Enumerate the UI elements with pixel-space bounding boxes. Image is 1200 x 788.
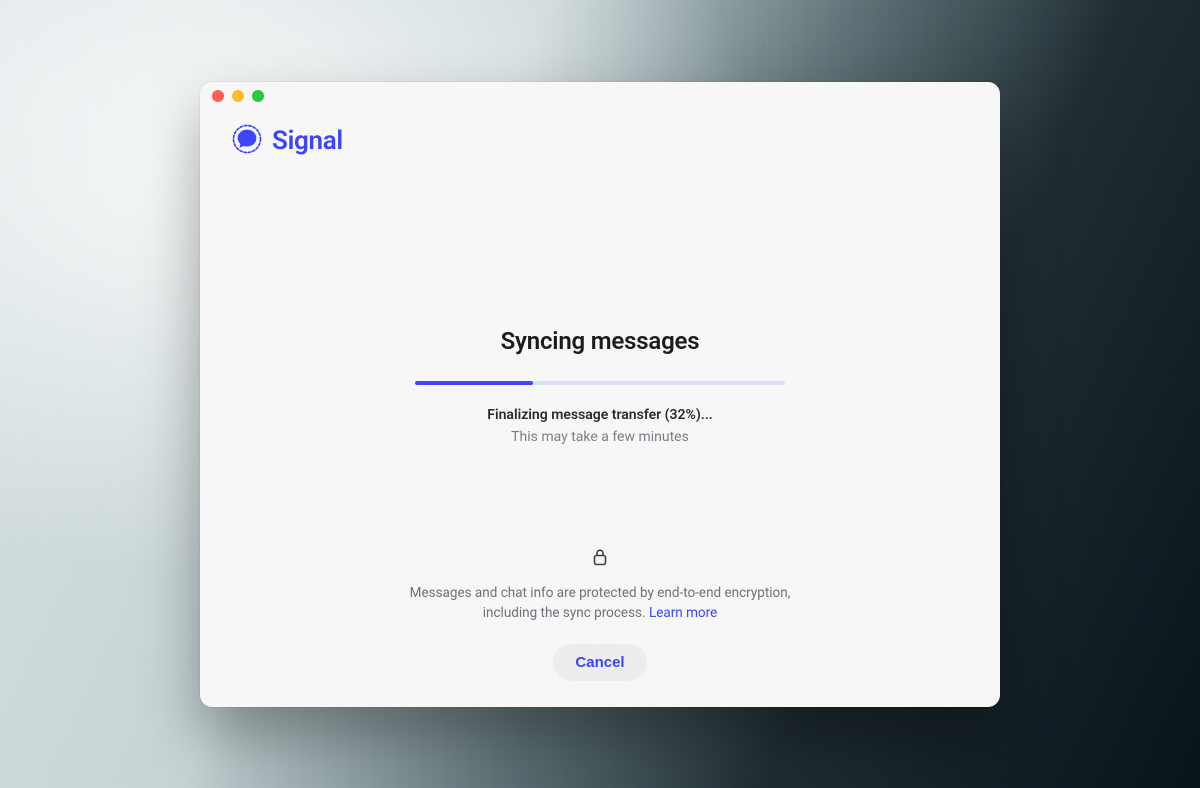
encryption-note: Messages and chat info are protected by … (390, 584, 810, 623)
brand: Signal (232, 124, 343, 158)
window-controls (212, 90, 264, 102)
sync-panel: Syncing messages Finalizing message tran… (200, 327, 1000, 445)
window-zoom-button[interactable] (252, 90, 264, 102)
progress-bar-fill (415, 381, 533, 385)
signal-logo-icon (232, 124, 262, 158)
brand-name: Signal (272, 126, 343, 156)
sync-status-primary: Finalizing message transfer (32%)... (487, 407, 712, 423)
learn-more-link[interactable]: Learn more (649, 605, 717, 621)
window-minimize-button[interactable] (232, 90, 244, 102)
window-titlebar (200, 82, 1000, 110)
lock-icon (592, 548, 608, 570)
sync-status-secondary: This may take a few minutes (511, 429, 689, 445)
window-close-button[interactable] (212, 90, 224, 102)
progress-bar (415, 381, 785, 385)
sync-heading: Syncing messages (501, 327, 700, 355)
app-window: Signal Syncing messages Finalizing messa… (200, 82, 1000, 707)
cancel-button[interactable]: Cancel (553, 644, 646, 681)
encryption-note-text: Messages and chat info are protected by … (410, 585, 791, 621)
footer: Messages and chat info are protected by … (200, 548, 1000, 680)
